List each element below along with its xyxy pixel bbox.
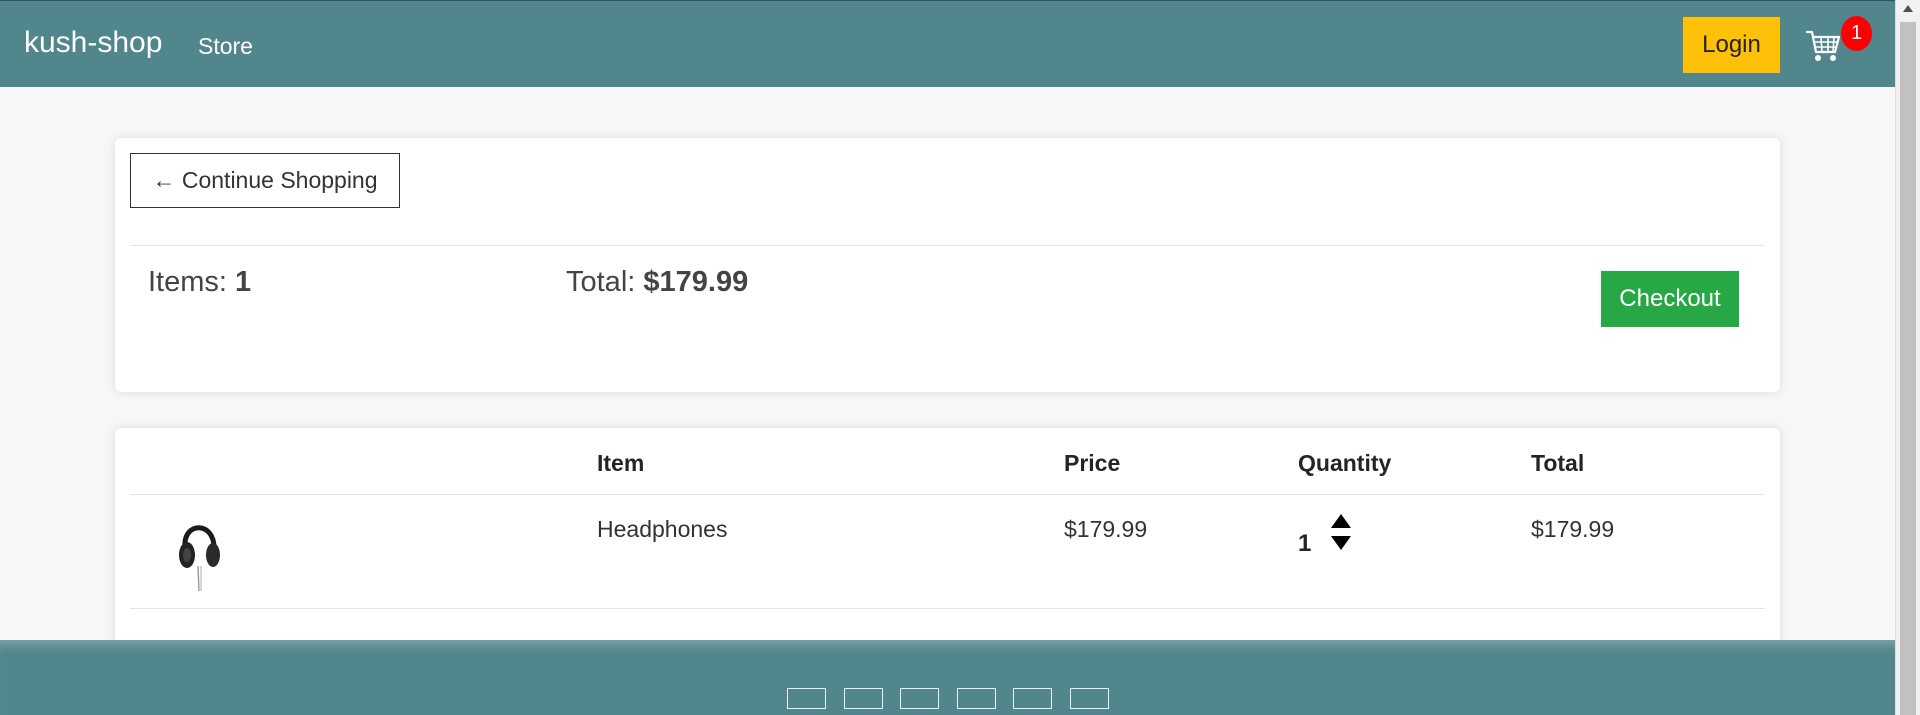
row-divider (130, 608, 1765, 609)
scrollbar-thumb[interactable] (1900, 22, 1916, 715)
footer (0, 640, 1895, 715)
vertical-scrollbar[interactable] (1895, 0, 1920, 715)
cart-total: Total: $179.99 (566, 266, 748, 299)
column-header-price: Price (1064, 450, 1121, 476)
footer-link-5[interactable] (1013, 688, 1052, 709)
item-name: Headphones (597, 516, 728, 542)
scroll-up-icon[interactable] (1903, 5, 1913, 12)
increase-quantity-icon[interactable] (1331, 514, 1351, 528)
continue-shopping-button[interactable]: ← Continue Shopping (130, 153, 400, 208)
navbar: kush-shop Store Login 1 (0, 0, 1895, 87)
brand-logo[interactable]: kush-shop (24, 26, 162, 60)
cart-count-badge: 1 (1841, 16, 1872, 51)
nav-link-store[interactable]: Store (198, 33, 253, 60)
total-value: $179.99 (643, 266, 749, 298)
column-header-total: Total (1531, 450, 1585, 476)
cart-summary-card: ← Continue Shopping Items: 1 Total: $179… (115, 138, 1780, 392)
divider (130, 245, 1765, 246)
column-header-item: Item (597, 450, 645, 476)
footer-link-4[interactable] (957, 688, 996, 709)
header-divider (130, 494, 1765, 495)
checkout-button[interactable]: Checkout (1601, 271, 1739, 327)
cart-table: Item Price Quantity Total Headphones $17… (115, 428, 1780, 658)
items-label: Items: (148, 266, 236, 298)
items-count: Items: 1 (148, 266, 251, 299)
decrease-quantity-icon[interactable] (1331, 536, 1351, 550)
footer-link-1[interactable] (787, 688, 826, 709)
item-price: $179.99 (1064, 516, 1148, 542)
items-value: 1 (235, 266, 252, 298)
headphones-image (179, 525, 220, 592)
footer-link-3[interactable] (900, 688, 939, 709)
column-header-quantity: Quantity (1298, 450, 1392, 476)
footer-link-6[interactable] (1070, 688, 1109, 709)
item-quantity: 1 (1298, 530, 1312, 557)
total-label: Total: (566, 266, 644, 298)
cart-icon[interactable] (1804, 28, 1842, 64)
footer-link-2[interactable] (844, 688, 883, 709)
login-button[interactable]: Login (1683, 17, 1780, 73)
item-total: $179.99 (1531, 516, 1615, 542)
